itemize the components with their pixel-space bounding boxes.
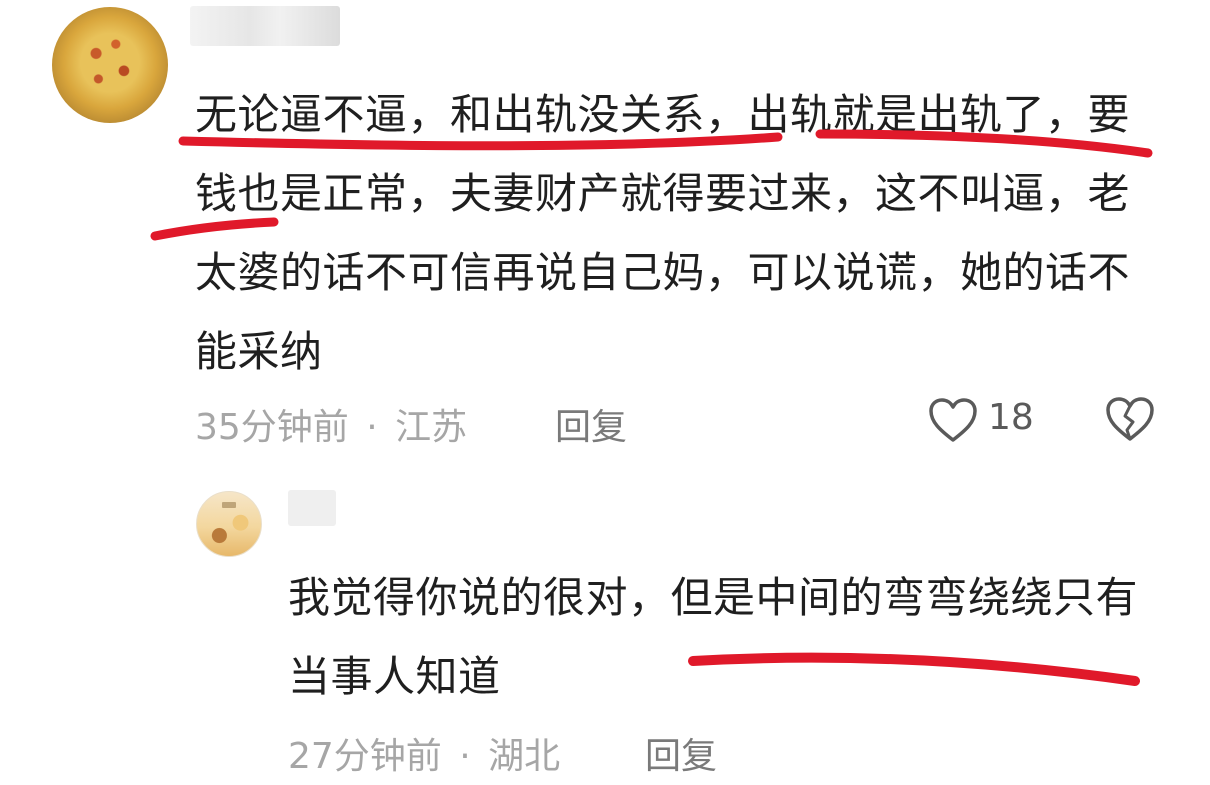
comment-reply-button[interactable]: 回复 (555, 398, 627, 450)
reply-reply-button[interactable]: 回复 (645, 727, 717, 779)
reply-time: 27分钟前 (288, 736, 442, 777)
like-count: 18 (988, 397, 1034, 438)
broken-heart-icon (1106, 397, 1154, 441)
like-button[interactable]: 18 (928, 396, 1038, 448)
dislike-button[interactable] (1105, 396, 1157, 446)
replier-avatar[interactable] (196, 491, 262, 557)
comment-meta: 35分钟前 · 江苏 (195, 398, 467, 450)
reply-location: 湖北 (488, 736, 561, 777)
reply-text: 我觉得你说的很对，但是中间的弯弯绕绕只有当事人知道 (288, 573, 1139, 701)
meta-separator: · (366, 407, 378, 448)
commenter-username-blurred (190, 6, 340, 46)
comment-text: 无论逼不逼，和出轨没关系，出轨就是出轨了，要钱也是正常，夫妻财产就得要过来，这不… (195, 90, 1131, 376)
replier-username-blurred (288, 490, 336, 526)
heart-outline-icon (929, 398, 977, 442)
commenter-avatar[interactable] (52, 7, 168, 123)
comment-location: 江苏 (395, 407, 468, 448)
meta-separator: · (459, 736, 471, 777)
reply-meta: 27分钟前 · 湖北 (288, 727, 560, 779)
comment-time: 35分钟前 (195, 407, 349, 448)
